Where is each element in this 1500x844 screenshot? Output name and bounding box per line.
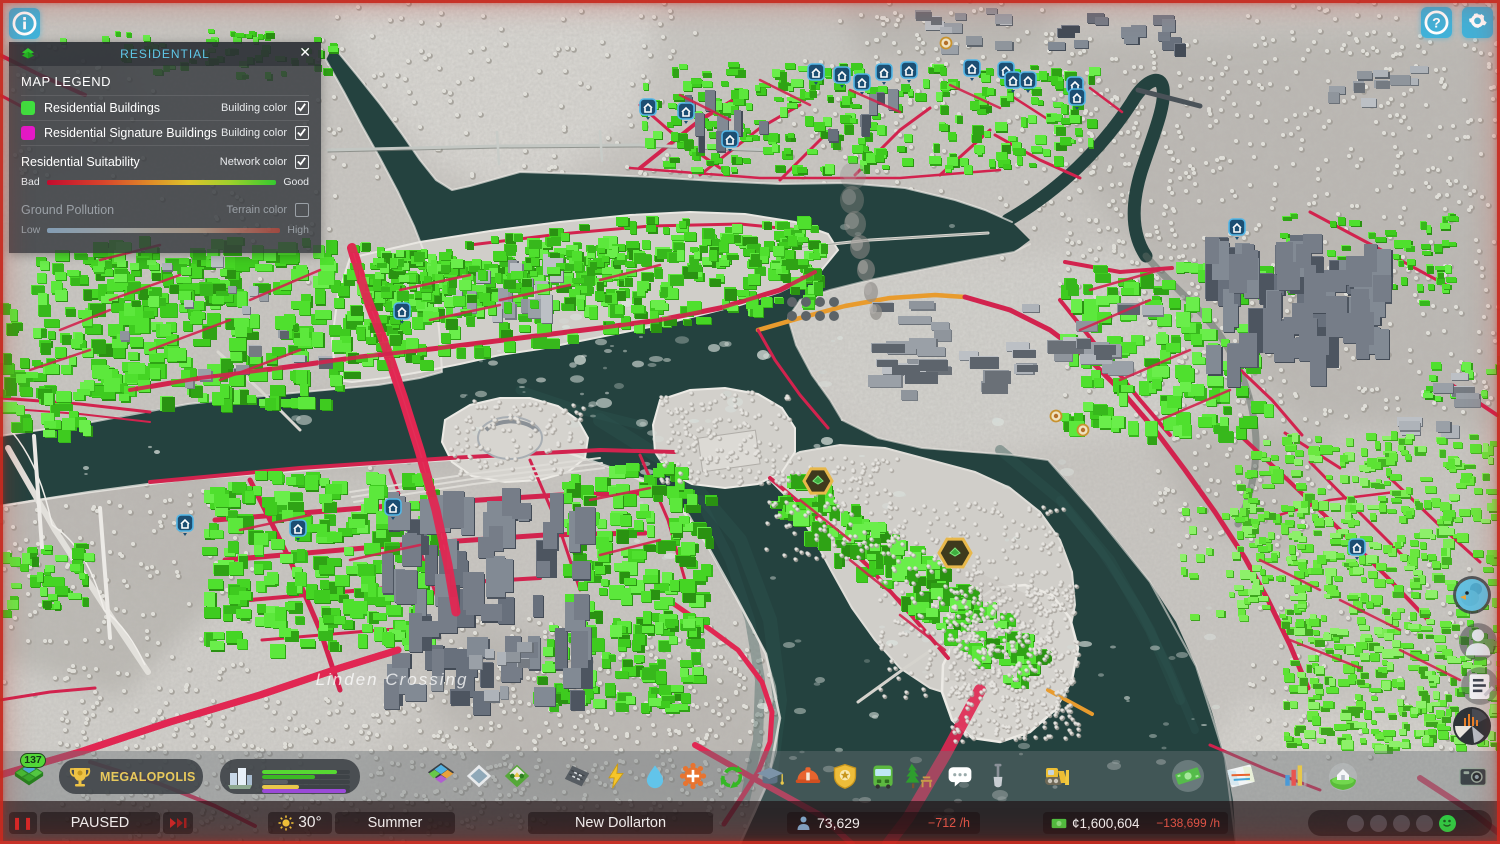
svg-text:?: ? xyxy=(1432,16,1441,32)
svg-text:Linden Crossing: Linden Crossing xyxy=(316,670,469,689)
